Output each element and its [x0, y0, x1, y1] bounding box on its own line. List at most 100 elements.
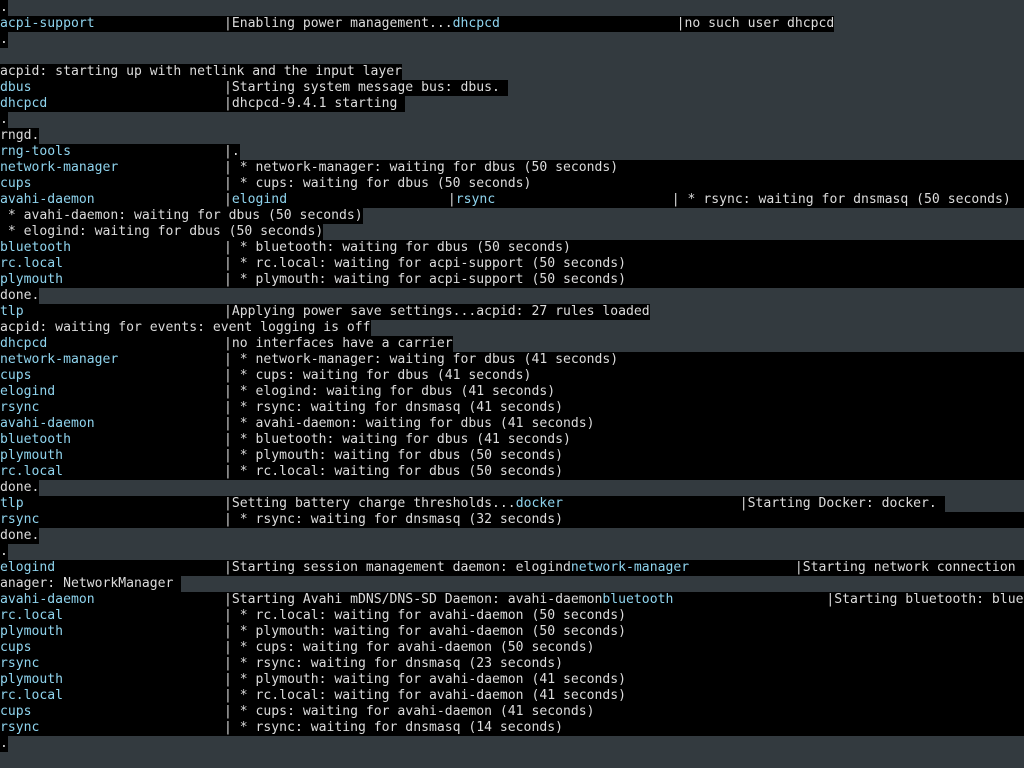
log-text: . [0, 0, 8, 16]
log-text: | [447, 192, 456, 208]
service-name: rsync [0, 720, 224, 736]
service-name: network-manager [0, 160, 224, 176]
log-text: * elogind: waiting for dbus (50 seconds) [0, 224, 324, 240]
log-text: | [224, 192, 232, 208]
service-name: dbus [0, 80, 224, 96]
log-text: |dhcpcd-9.4.1 starting [224, 96, 406, 112]
console-line: bluetooth | * bluetooth: waiting for dbus… [0, 432, 1024, 448]
log-text: . [0, 32, 8, 48]
console-line: avahi-daemon | * avahi-daemon: waiting fo… [0, 416, 1024, 432]
service-name: acpi-support [0, 16, 224, 32]
log-text: | * cups: waiting for avahi-daemon (50 s… [224, 640, 1024, 656]
log-text: | * rsync: waiting for dnsmasq (23 secon… [224, 656, 1024, 672]
console-line: done. [0, 480, 1024, 496]
service-name: bluetooth [0, 240, 224, 256]
log-text: | * plymouth: waiting for dbus (50 secon… [224, 448, 1024, 464]
service-name: avahi-daemon [0, 592, 224, 608]
log-text: | * rc.local: waiting for acpi-support (… [224, 256, 1024, 272]
service-name: rc.local [0, 464, 224, 480]
console-line: rsync | * rsync: waiting for dnsmasq (32 … [0, 512, 1024, 528]
log-text: |Setting battery charge thresholds... [224, 496, 516, 512]
log-text: |Starting network connection m [794, 560, 1024, 576]
log-text: | * rsync: waiting for dnsmasq (50 secon… [671, 192, 1024, 208]
log-text: done. [0, 480, 40, 496]
service-name: bluetooth [0, 432, 224, 448]
log-text: |Starting Avahi mDNS/DNS-SD Daemon: avah… [224, 592, 603, 608]
log-text: | * cups: waiting for avahi-daemon (41 s… [224, 704, 1024, 720]
console-line: dbus |Starting system message bus: dbus. [0, 80, 1024, 96]
console-line: . [0, 32, 1024, 48]
service-name: elogind [0, 560, 224, 576]
log-text: anager: NetworkManager [0, 576, 182, 592]
log-text: |no such user dhcpcd [676, 16, 835, 32]
log-text: | * rsync: waiting for dnsmasq (41 secon… [224, 400, 1024, 416]
service-name: cups [0, 176, 224, 192]
log-text: | * rc.local: waiting for avahi-daemon (… [224, 608, 1024, 624]
log-text: rngd. [0, 128, 40, 144]
log-text: . [0, 736, 8, 752]
console-line: anager: NetworkManager [0, 576, 1024, 592]
console-line: . [0, 0, 1024, 16]
log-text: | * network-manager: waiting for dbus (4… [224, 352, 1024, 368]
console-line: rngd. [0, 128, 1024, 144]
service-name: plymouth [0, 624, 224, 640]
service-name: dhcpcd [452, 16, 677, 32]
service-name: rng-tools [0, 144, 224, 160]
log-text: | * plymouth: waiting for avahi-daemon (… [224, 672, 1024, 688]
console-line: . [0, 736, 1024, 752]
log-text: | * avahi-daemon: waiting for dbus (41 s… [224, 416, 1024, 432]
service-name: network-manager [570, 560, 795, 576]
console-line: acpid: starting up with netlink and the … [0, 64, 1024, 80]
log-text: | * rsync: waiting for dnsmasq (32 secon… [224, 512, 1024, 528]
service-name: plymouth [0, 672, 224, 688]
service-name: rsync [0, 656, 224, 672]
service-name: rsync [0, 512, 224, 528]
log-text: * avahi-daemon: waiting for dbus (50 sec… [0, 208, 363, 224]
service-name: rc.local [0, 256, 224, 272]
console-line: acpi-support |Enabling power management..… [0, 16, 1024, 32]
service-name: plymouth [0, 448, 224, 464]
console-line: network-manager | * network-manager: wait… [0, 352, 1024, 368]
service-name: plymouth [0, 272, 224, 288]
console-line: done. [0, 288, 1024, 304]
console-line: rc.local | * rc.local: waiting for avahi-… [0, 608, 1024, 624]
console-line: avahi-daemon |Starting Avahi mDNS/DNS-SD … [0, 592, 1024, 608]
console-line: rsync | * rsync: waiting for dnsmasq (41 … [0, 400, 1024, 416]
console-line: dhcpcd |no interfaces have a carrier [0, 336, 1024, 352]
console-line: rc.local | * rc.local: waiting for avahi-… [0, 688, 1024, 704]
service-name: avahi-daemon [0, 416, 224, 432]
console-line: acpid: waiting for events: event logging… [0, 320, 1024, 336]
console-line: . [0, 112, 1024, 128]
console-line: * elogind: waiting for dbus (50 seconds) [0, 224, 1024, 240]
terminal-console: . acpi-support |Enabling power management.… [0, 0, 1024, 768]
console-line: plymouth | * plymouth: waiting for avahi-… [0, 624, 1024, 640]
log-text: . [0, 544, 8, 560]
log-text: | * cups: waiting for dbus (50 seconds) [224, 176, 1024, 192]
console-line: cups | * cups: waiting for dbus (41 secon… [0, 368, 1024, 384]
log-text: done. [0, 288, 40, 304]
log-text: done. [0, 528, 40, 544]
log-text: | * rc.local: waiting for avahi-daemon (… [224, 688, 1024, 704]
console-line: dhcpcd |dhcpcd-9.4.1 starting [0, 96, 1024, 112]
service-name: elogind [231, 192, 448, 208]
log-text: acpid: waiting for events: event logging… [0, 320, 371, 336]
console-line: rsync | * rsync: waiting for dnsmasq (14 … [0, 720, 1024, 736]
log-text: |. [224, 144, 240, 160]
console-line: bluetooth | * bluetooth: waiting for dbus… [0, 240, 1024, 256]
console-line: network-manager | * network-manager: wait… [0, 160, 1024, 176]
console-line: . [0, 544, 1024, 560]
log-text: |Starting bluetooth: bluet [826, 592, 1024, 608]
log-text: |Starting Docker: docker. [739, 496, 945, 512]
console-line: rc.local | * rc.local: waiting for dbus (… [0, 464, 1024, 480]
log-text: | * bluetooth: waiting for dbus (50 seco… [224, 240, 1024, 256]
service-name: cups [0, 368, 224, 384]
service-name: network-manager [0, 352, 224, 368]
service-name: rc.local [0, 608, 224, 624]
log-text: | * rsync: waiting for dnsmasq (14 secon… [224, 720, 1024, 736]
console-line: done. [0, 528, 1024, 544]
service-name: bluetooth [602, 592, 827, 608]
console-line: * avahi-daemon: waiting for dbus (50 sec… [0, 208, 1024, 224]
service-name: rc.local [0, 688, 224, 704]
console-line: cups | * cups: waiting for dbus (50 secon… [0, 176, 1024, 192]
